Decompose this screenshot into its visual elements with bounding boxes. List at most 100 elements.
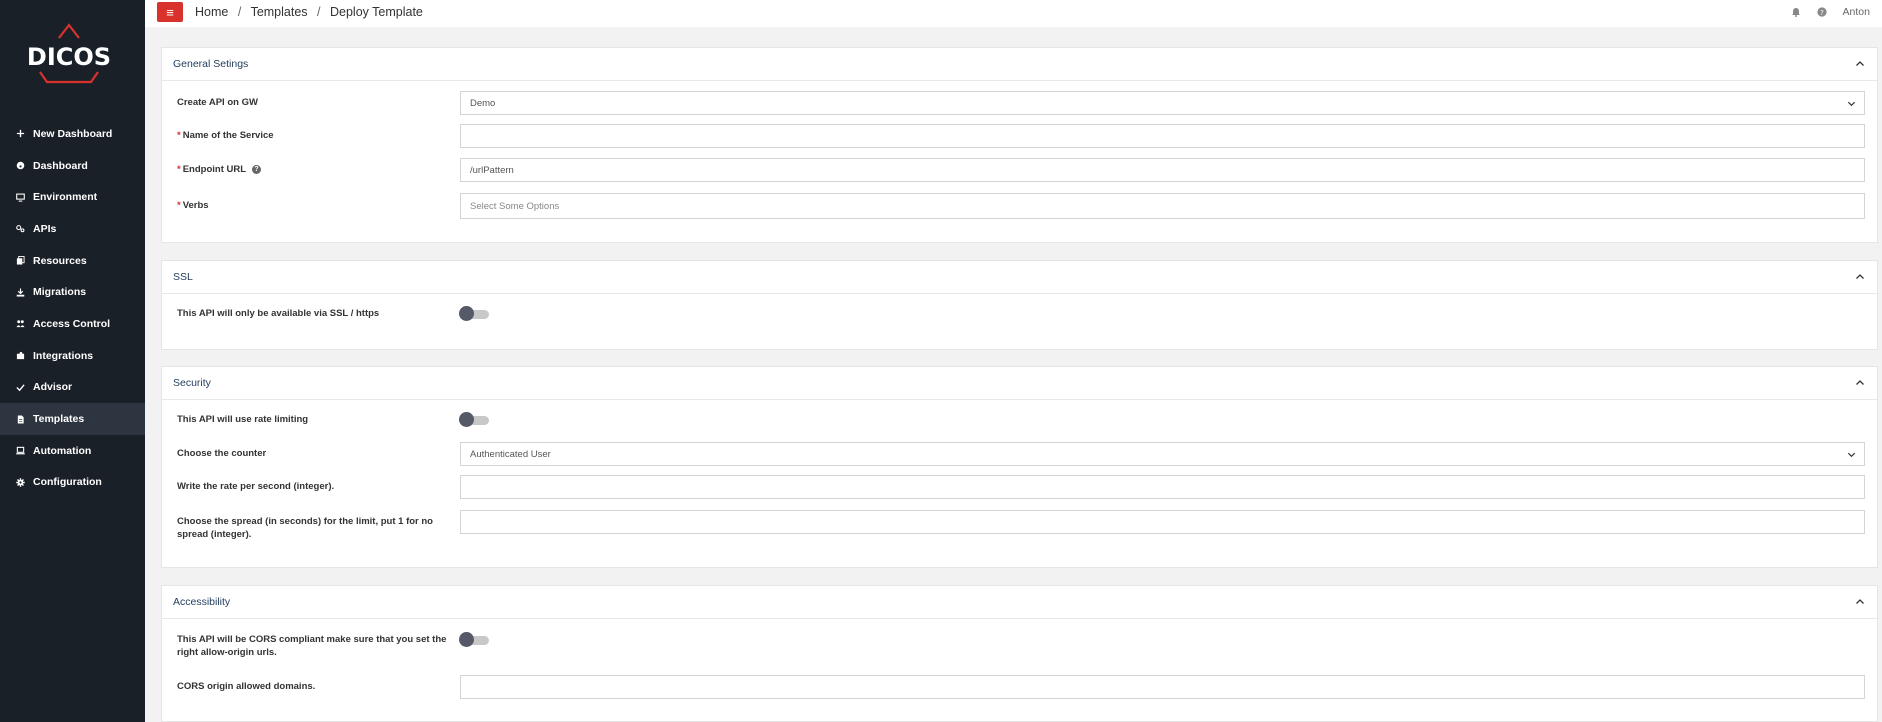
topbar: ≡ Home / Templates / Deploy Template ? A… (145, 0, 1882, 27)
counter-select[interactable]: Authenticated User (460, 442, 1865, 466)
menu-toggle-button[interactable]: ≡ (157, 2, 183, 22)
laptop-icon (15, 446, 25, 456)
rate-limit-toggle[interactable] (459, 412, 489, 427)
toggle-knob (459, 306, 474, 321)
panel-title: Accessibility (173, 596, 231, 608)
chevron-up-icon[interactable] (1855, 597, 1865, 607)
sidebar-item-dashboard[interactable]: Dashboard (0, 150, 145, 182)
sidebar-item-automation[interactable]: Automation (0, 435, 145, 467)
security-header[interactable]: Security (162, 367, 1877, 400)
check-icon (15, 382, 25, 392)
accessibility-panel: Accessibility This API will be CORS comp… (161, 585, 1878, 722)
sidebar-item-new-dashboard[interactable]: New Dashboard (0, 118, 145, 150)
sidebar-item-label: Advisor (33, 381, 73, 394)
spread-input[interactable] (460, 510, 1865, 534)
sidebar-item-resources[interactable]: Resources (0, 245, 145, 277)
general-settings-panel: General Setings Create API on GW Demo * N… (161, 47, 1878, 243)
monitor-icon (15, 192, 25, 202)
rate-per-second-input[interactable] (460, 475, 1865, 499)
dashboard-icon (15, 161, 25, 171)
accessibility-header[interactable]: Accessibility (162, 586, 1877, 619)
gear-icon (15, 477, 25, 487)
sidebar-item-label: Access Control (33, 317, 111, 330)
panel-title: Security (173, 377, 211, 389)
service-name-input[interactable] (460, 124, 1865, 148)
verbs-label-text: Verbs (182, 200, 209, 211)
users-icon (15, 319, 25, 329)
logo-text: DICOS (27, 43, 111, 71)
svg-text:?: ? (1820, 9, 1824, 17)
counter-value: Authenticated User (470, 448, 551, 460)
sidebar-item-label: Templates (33, 413, 85, 426)
https-only-label: This API will only be available via SSL … (177, 308, 380, 319)
chevron-up-icon[interactable] (1855, 378, 1865, 388)
breadcrumb: Home / Templates / Deploy Template (195, 5, 429, 19)
sidebar-item-label: Automation (33, 444, 92, 457)
rate-per-second-label: Write the rate per second (integer). (177, 481, 335, 492)
service-name-label: * Name of the Service (177, 129, 274, 142)
endpoint-url-value: /urlPattern (470, 164, 514, 176)
required-mark: * (177, 130, 181, 141)
verbs-placeholder: Select Some Options (470, 200, 560, 212)
toggle-knob (459, 632, 474, 647)
https-only-toggle[interactable] (459, 306, 489, 321)
sidebar-item-advisor[interactable]: Advisor (0, 372, 145, 404)
ssl-header[interactable]: SSL (162, 261, 1877, 294)
chevron-up-icon[interactable] (1855, 272, 1865, 282)
sidebar-item-integrations[interactable]: Integrations (0, 340, 145, 372)
verbs-label: * Verbs (177, 199, 209, 212)
cors-domains-input[interactable] (460, 675, 1865, 699)
file-icon (15, 414, 25, 424)
verbs-multiselect[interactable]: Select Some Options (460, 193, 1865, 219)
ssl-panel: SSL This API will only be available via … (161, 260, 1878, 350)
endpoint-url-label: * Endpoint URL? (177, 163, 262, 176)
endpoint-url-input[interactable]: /urlPattern (460, 158, 1865, 182)
sidebar-item-templates[interactable]: Templates (0, 403, 145, 435)
help-icon[interactable]: ? (1816, 7, 1827, 17)
breadcrumb-separator: / (237, 5, 242, 19)
breadcrumb-templates[interactable]: Templates (251, 5, 308, 19)
puzzle-icon (15, 351, 25, 361)
hamburger-icon: ≡ (166, 4, 174, 20)
sidebar-nav: New Dashboard Dashboard Environment APIs… (0, 118, 145, 498)
panel-title: General Setings (173, 58, 249, 70)
cors-toggle[interactable] (459, 632, 489, 647)
question-icon[interactable]: ? (252, 164, 262, 174)
create-api-label: Create API on GW (177, 97, 258, 108)
create-api-value: Demo (470, 97, 496, 109)
endpoint-url-label-text: Endpoint URL (182, 164, 247, 175)
sidebar-item-label: Migrations (33, 286, 87, 299)
service-name-label-text: Name of the Service (182, 130, 274, 141)
migrations-icon (15, 287, 25, 297)
breadcrumb-separator: / (317, 5, 321, 19)
sidebar-item-label: Environment (33, 191, 98, 204)
general-settings-header[interactable]: General Setings (162, 48, 1877, 81)
chevron-up-icon[interactable] (1855, 59, 1865, 69)
sidebar-item-label: New Dashboard (33, 127, 113, 140)
dicos-logo[interactable]: DICOS (24, 22, 114, 86)
counter-label: Choose the counter (177, 448, 267, 459)
sidebar-item-label: Dashboard (33, 159, 88, 172)
chevron-down-icon (1847, 99, 1856, 108)
sidebar-item-environment[interactable]: Environment (0, 181, 145, 213)
sidebar-item-configuration[interactable]: Configuration (0, 467, 145, 499)
sidebar-item-apis[interactable]: APIs (0, 213, 145, 245)
breadcrumb-home[interactable]: Home (195, 5, 228, 19)
chevron-down-icon (1847, 450, 1856, 459)
toggle-knob (459, 412, 474, 427)
api-icon (15, 224, 25, 234)
required-mark: * (177, 164, 181, 175)
bell-icon[interactable] (1791, 7, 1801, 17)
sidebar-item-label: Integrations (33, 349, 94, 362)
plus-icon (15, 129, 25, 139)
user-name[interactable]: Anton (1843, 6, 1870, 18)
cors-label: This API will be CORS compliant make sur… (177, 634, 447, 658)
sidebar: DICOS New Dashboard Dashboard Environmen… (0, 0, 145, 722)
sidebar-item-access-control[interactable]: Access Control (0, 308, 145, 340)
resources-icon (15, 256, 25, 266)
create-api-select[interactable]: Demo (460, 91, 1865, 115)
sidebar-item-migrations[interactable]: Migrations (0, 276, 145, 308)
breadcrumb-current: Deploy Template (330, 5, 423, 19)
spread-label: Choose the spread (in seconds) for the l… (177, 516, 433, 540)
rate-limit-label: This API will use rate limiting (177, 414, 309, 425)
